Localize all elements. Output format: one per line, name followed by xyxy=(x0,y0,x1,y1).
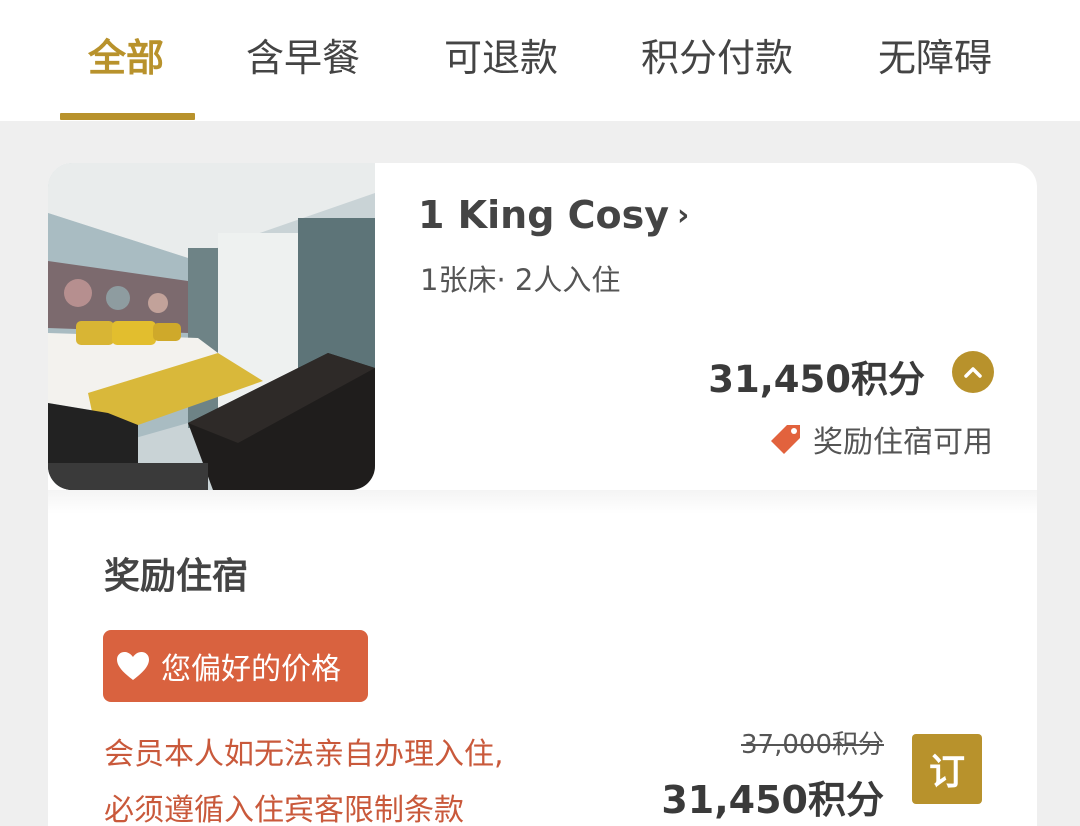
collapse-rates-button[interactable] xyxy=(952,351,994,393)
tab-all[interactable]: 全部 xyxy=(88,30,164,90)
room-photo[interactable] xyxy=(48,163,375,490)
room-card: 1 King Cosy › 1张床· 2人入住 31,450积分 奖励住宿可用 奖… xyxy=(48,163,1037,826)
chevron-right-icon: › xyxy=(677,198,690,233)
original-price: 37,000积分 xyxy=(741,730,884,760)
active-tab-indicator xyxy=(60,113,195,120)
tab-breakfast-included[interactable]: 含早餐 xyxy=(246,30,360,90)
discounted-price: 31,450积分 xyxy=(661,778,884,822)
heart-icon xyxy=(115,650,151,682)
checkin-policy-line-2: 必须遵循入住宾客限制条款 xyxy=(104,793,464,826)
filter-tab-bar: 全部 含早餐 可退款 积分付款 无障碍 xyxy=(0,0,1080,121)
tab-refundable[interactable]: 可退款 xyxy=(444,30,558,90)
tab-accessible[interactable]: 无障碍 xyxy=(878,30,992,90)
reward-stay-available-text: 奖励住宿可用 xyxy=(813,425,993,460)
price-tag-icon xyxy=(769,422,803,456)
room-price: 31,450积分 xyxy=(708,358,925,401)
reward-stay-tag: 奖励住宿可用 xyxy=(769,419,993,460)
room-title-text: 1 King Cosy xyxy=(418,193,670,237)
book-button[interactable]: 订 xyxy=(912,734,982,804)
preferred-rate-label: 您偏好的价格 xyxy=(161,652,341,687)
room-occupancy: 1张床· 2人入住 xyxy=(420,263,621,297)
tab-points-payment[interactable]: 积分付款 xyxy=(641,30,793,90)
section-divider xyxy=(48,490,1037,514)
preferred-rate-badge: 您偏好的价格 xyxy=(103,630,368,702)
rate-section-title: 奖励住宿 xyxy=(104,556,249,597)
checkin-policy-line-1: 会员本人如无法亲自办理入住, xyxy=(104,737,504,772)
chevron-up-icon xyxy=(963,365,983,379)
room-title[interactable]: 1 King Cosy › xyxy=(418,193,689,237)
